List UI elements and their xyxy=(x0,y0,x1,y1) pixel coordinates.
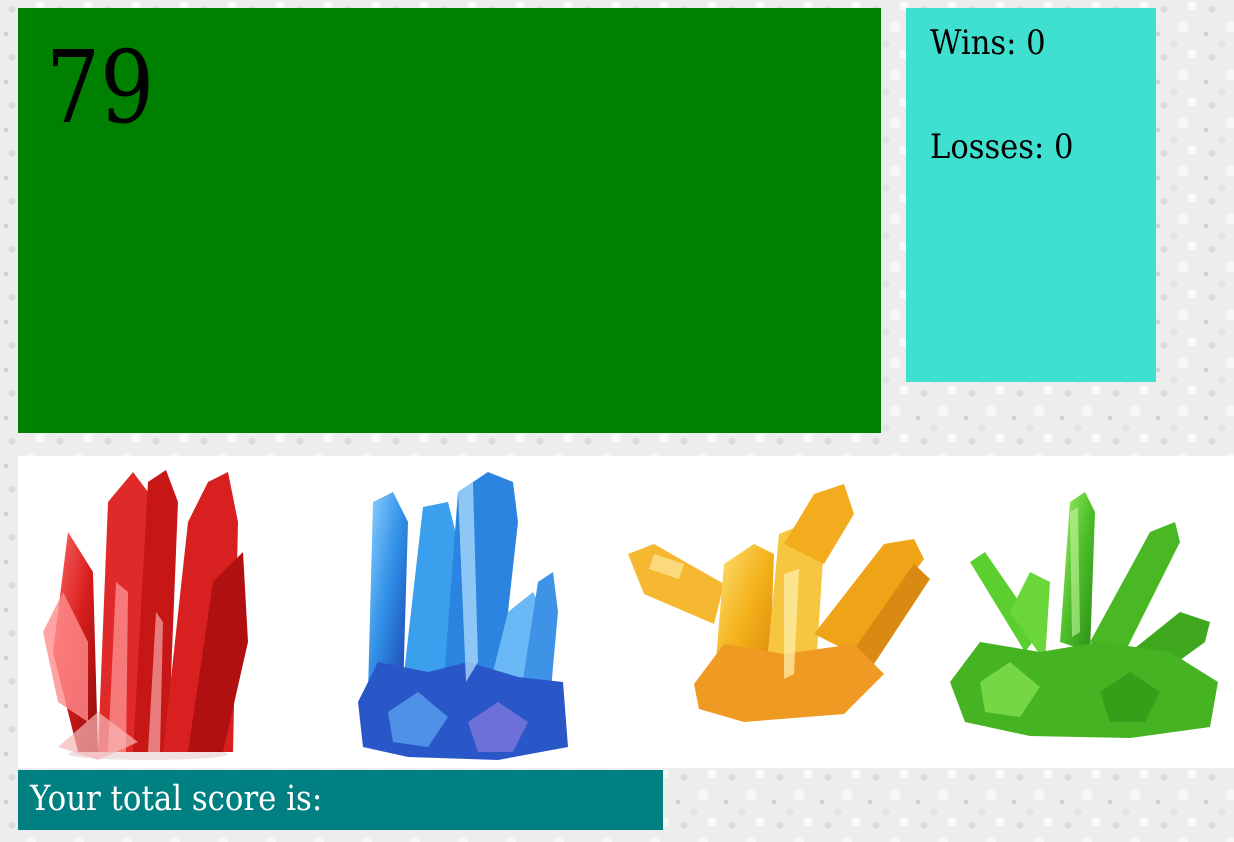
wins-counter: Wins: 0 xyxy=(930,23,1046,63)
red-crystal-icon xyxy=(43,470,248,760)
score-bar: Your total score is: xyxy=(18,770,663,830)
target-number-panel: 79 xyxy=(18,8,881,433)
stats-panel: Wins: 0 Losses: 0 xyxy=(906,8,1156,382)
yellow-crystal-icon xyxy=(628,484,930,722)
total-score-text: Your total score is: xyxy=(30,779,323,819)
yellow-crystal-button[interactable] xyxy=(624,484,930,724)
losses-counter: Losses: 0 xyxy=(930,127,1074,167)
green-crystal-button[interactable] xyxy=(950,492,1222,738)
blue-crystal-icon xyxy=(358,472,568,760)
crystal-row xyxy=(18,456,1234,768)
green-crystal-icon xyxy=(950,492,1218,738)
target-number: 79 xyxy=(46,29,155,146)
blue-crystal-button[interactable] xyxy=(348,462,578,762)
red-crystal-button[interactable] xyxy=(38,462,253,762)
total-score-label: Your total score is: xyxy=(30,782,322,817)
